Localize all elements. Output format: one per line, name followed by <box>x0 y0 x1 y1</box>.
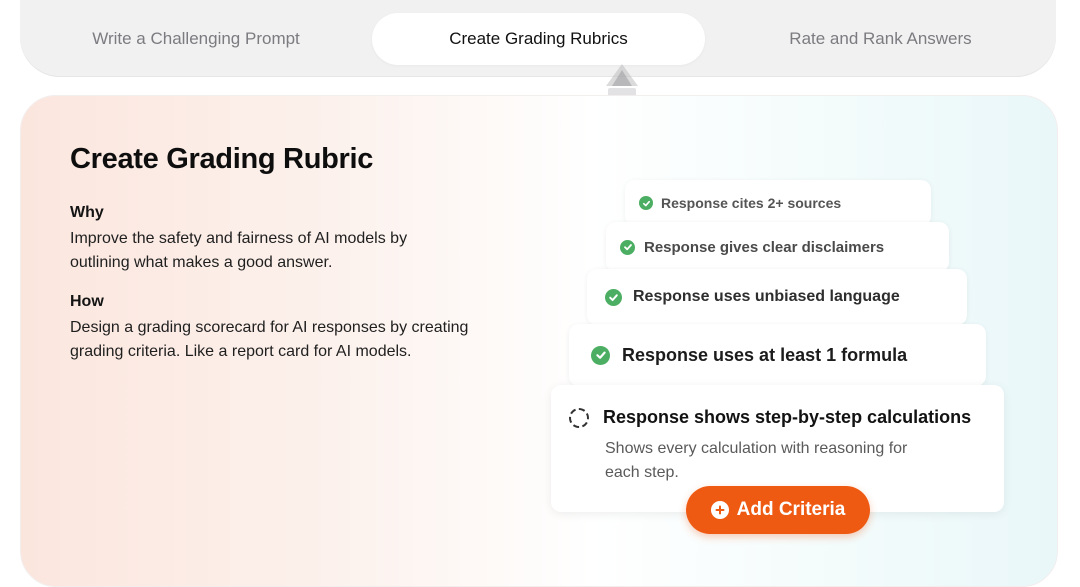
tab-create-rubrics[interactable]: Create Grading Rubrics <box>372 13 705 65</box>
criteria-label: Response uses unbiased language <box>633 288 900 305</box>
criteria-label: Response cites 2+ sources <box>661 195 842 211</box>
criteria-item[interactable]: Response gives clear disclaimers <box>606 222 949 272</box>
check-circle-icon <box>591 345 610 365</box>
criteria-item[interactable]: Response uses unbiased language <box>587 269 967 325</box>
add-criteria-label: Add Criteria <box>736 499 846 520</box>
check-circle-icon <box>620 239 635 255</box>
check-circle-icon <box>605 288 622 306</box>
criteria-item[interactable]: Response uses at least 1 formula <box>569 324 986 386</box>
criteria-label: Response gives clear disclaimers <box>644 238 885 256</box>
why-heading: Why <box>70 204 104 221</box>
tab-rate-rank[interactable]: Rate and Rank Answers <box>705 13 1056 65</box>
rubric-card: Create Grading Rubric Why Improve the sa… <box>20 95 1058 587</box>
tab-write-prompt[interactable]: Write a Challenging Prompt <box>20 13 372 65</box>
check-circle-icon <box>639 196 653 210</box>
criteria-label: Response shows step-by-step calculations <box>603 407 972 427</box>
page-title: Create Grading Rubric <box>70 143 374 175</box>
how-text: Design a grading scorecard for AI respon… <box>70 319 469 360</box>
step-tabs: Write a Challenging Prompt Create Gradin… <box>20 0 1056 77</box>
dashed-circle-icon <box>569 407 589 428</box>
criteria-description: Shows every calculation with reasoning f… <box>605 440 908 481</box>
why-text: Improve the safety and fairness of AI mo… <box>70 230 408 271</box>
plus-circle-icon <box>710 501 729 519</box>
add-criteria-button[interactable]: Add Criteria <box>686 486 870 534</box>
criteria-label: Response uses at least 1 formula <box>622 344 908 365</box>
criteria-item[interactable]: Response cites 2+ sources <box>625 180 931 226</box>
how-heading: How <box>70 293 104 310</box>
